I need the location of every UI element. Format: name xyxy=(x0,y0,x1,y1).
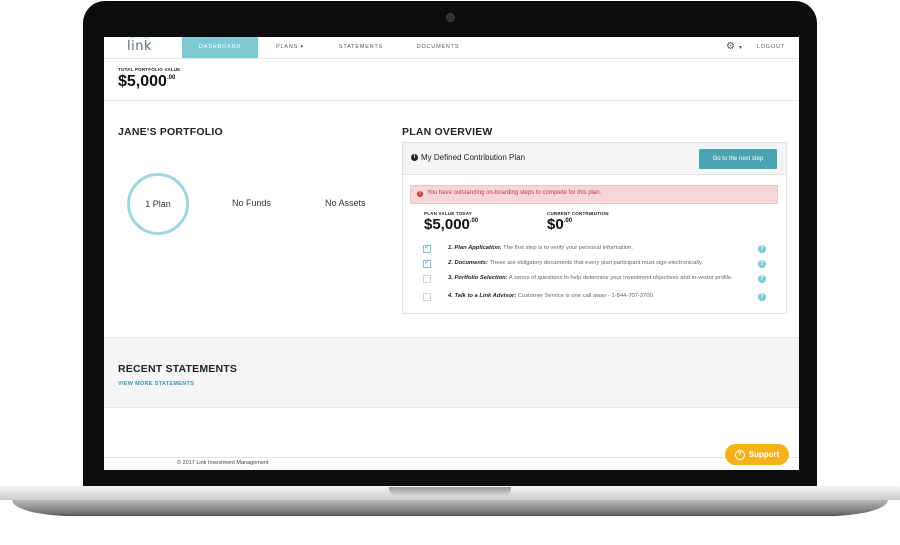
step-title: 3. Portfolio Selection: xyxy=(448,275,508,281)
step-text: 1. Plan Application: The first step is t… xyxy=(448,244,738,252)
step-title: 1. Plan Application: xyxy=(448,245,502,251)
info-icon: i xyxy=(411,154,418,161)
laptop-notch xyxy=(389,487,511,496)
support-button[interactable]: ? Support xyxy=(725,444,789,465)
contribution-value: $0.00 xyxy=(547,216,572,233)
chevron-down-icon[interactable]: ▼ xyxy=(738,45,743,51)
step-title: 2. Documents: xyxy=(448,260,488,266)
plan-card: i My Defined Contribution Plan Go to the… xyxy=(402,142,787,314)
support-label: Support xyxy=(748,450,780,459)
camera-icon xyxy=(446,13,455,22)
total-portfolio-amount: $5,000 xyxy=(118,73,167,90)
app-screen: link DASHBOARD PLANS ▾ STATEMENTS DOCUME… xyxy=(104,37,799,470)
plan-value-amount: $5,000 xyxy=(424,216,470,233)
alert-icon: ! xyxy=(417,191,423,197)
plans-count: 1 Plan xyxy=(145,199,171,209)
total-portfolio-label: TOTAL PORTFOLIO VALUE xyxy=(118,67,181,72)
step-text: 2. Documents: These are obligatory docum… xyxy=(448,259,738,267)
laptop-base-bottom xyxy=(12,500,888,516)
nav-plans[interactable]: PLANS ▾ xyxy=(264,37,316,58)
plan-card-header: i My Defined Contribution Plan Go to the… xyxy=(403,143,786,175)
recent-statements: RECENT STATEMENTS VIEW MORE STATEMENTS xyxy=(104,337,799,408)
help-icon[interactable]: ? xyxy=(758,245,766,253)
step-description: A series of questions to help determine … xyxy=(508,275,733,281)
plan-overview-title: PLAN OVERVIEW xyxy=(402,126,493,138)
portfolio-title: JANE'S PORTFOLIO xyxy=(118,126,223,138)
total-portfolio-cents: .00 xyxy=(166,75,176,81)
plan-value: $5,000.00 xyxy=(424,216,478,233)
step-description: Customer Service is one call away - 1-84… xyxy=(517,293,655,299)
alert-text: You have outstanding on-boarding steps t… xyxy=(427,190,602,196)
portfolio-summary: TOTAL PORTFOLIO VALUE $5,000.00 xyxy=(104,59,799,101)
step-checkbox[interactable] xyxy=(423,258,431,268)
step-text: 3. Portfolio Selection: A series of ques… xyxy=(448,274,738,282)
step-checkbox[interactable] xyxy=(423,243,431,253)
plan-name: My Defined Contribution Plan xyxy=(421,153,526,162)
step-text: 4. Talk to a Link Advisor: Customer Serv… xyxy=(448,292,738,300)
recent-statements-title: RECENT STATEMENTS xyxy=(118,363,238,375)
copyright-text: © 2017 Link Investment Management xyxy=(177,460,269,466)
nav-dashboard[interactable]: DASHBOARD xyxy=(182,37,258,58)
step-checkbox[interactable] xyxy=(423,293,431,301)
step-description: These are obligatory documents that ever… xyxy=(489,260,703,266)
link-logo[interactable]: link xyxy=(127,39,152,54)
help-icon[interactable]: ? xyxy=(758,275,766,283)
assets-stat: No Assets xyxy=(325,198,366,208)
step-title: 4. Talk to a Link Advisor: xyxy=(448,293,517,299)
contribution-cents: .00 xyxy=(563,218,573,224)
logo-arc-icon xyxy=(128,37,150,45)
next-step-button[interactable]: Go to the next step xyxy=(699,149,777,169)
view-more-statements-link[interactable]: VIEW MORE STATEMENTS xyxy=(118,381,194,387)
top-nav: link DASHBOARD PLANS ▾ STATEMENTS DOCUME… xyxy=(104,37,799,59)
nav-documents[interactable]: DOCUMENTS xyxy=(406,37,470,58)
step-checkbox[interactable] xyxy=(423,275,431,283)
onboarding-alert: ! You have outstanding on-boarding steps… xyxy=(410,185,778,204)
help-icon[interactable]: ? xyxy=(758,260,766,268)
step-description: The first step is to verify your persona… xyxy=(503,245,633,251)
nav-statements[interactable]: STATEMENTS xyxy=(329,37,393,58)
contribution-amount: $0 xyxy=(547,216,564,233)
footer: © 2017 Link Investment Management xyxy=(104,457,799,470)
logout-link[interactable]: LOGOUT xyxy=(757,37,785,58)
plan-value-cents: .00 xyxy=(469,218,479,224)
question-icon: ? xyxy=(734,450,745,460)
gear-icon[interactable]: ⚙ xyxy=(726,42,735,52)
total-portfolio-value: $5,000.00 xyxy=(118,73,175,91)
funds-stat: No Funds xyxy=(232,198,272,208)
help-icon[interactable]: ? xyxy=(758,293,766,301)
